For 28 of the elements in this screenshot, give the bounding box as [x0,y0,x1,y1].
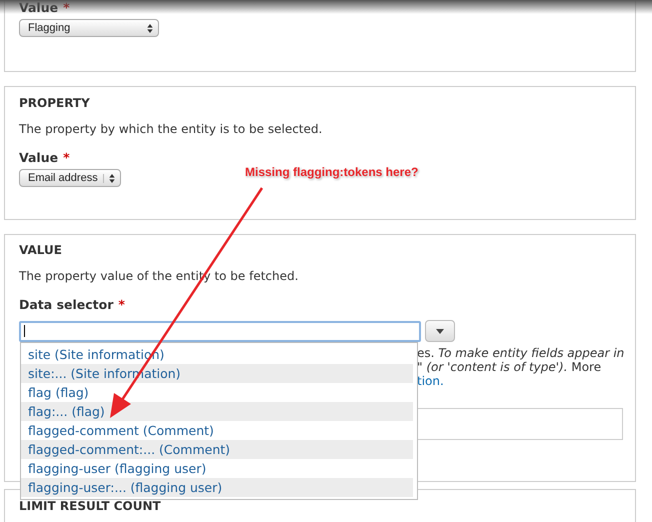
autocomplete-option[interactable]: flag (flag) [21,383,413,402]
required-mark: * [63,150,70,165]
field-label: Data selector [19,297,114,312]
section-heading: PROPERTY [19,96,91,110]
autocomplete-option[interactable]: flag:... (flag) [21,402,413,421]
autocomplete-option[interactable]: flagged-comment (Comment) [21,421,413,440]
select-dropdown[interactable]: Email address [19,169,121,187]
section-heading: VALUE [19,243,63,257]
field-label: Value [19,150,58,165]
text-field[interactable] [417,408,623,440]
dropdown-button[interactable] [425,320,455,342]
data-selector-field[interactable] [19,320,421,342]
section-heading: LIMIT RESULT COUNT [19,499,162,513]
required-mark: * [118,297,125,312]
select-dropdown[interactable]: Flagging [19,19,159,37]
help-text: es. To make entity fields appear in [417,346,624,360]
autocomplete-option[interactable]: flagging-user (flagging user) [21,459,413,478]
updown-arrows-icon [102,174,115,182]
annotation-text: Missing flagging:tokens here? [245,165,418,179]
autocomplete-option[interactable]: flagged-comment:... (Comment) [21,440,413,459]
required-mark: * [63,0,70,15]
caret-icon [436,328,444,334]
help-link[interactable]: tion. [417,374,444,388]
help-text: " (or 'content is of type'). More [417,360,602,374]
updown-arrows-icon [147,24,153,32]
autocomplete-option[interactable]: flagging-user:... (flagging user) [21,478,413,497]
section-description: The property by which the entity is to be selected. [19,122,324,136]
field-label: Value [19,0,58,15]
